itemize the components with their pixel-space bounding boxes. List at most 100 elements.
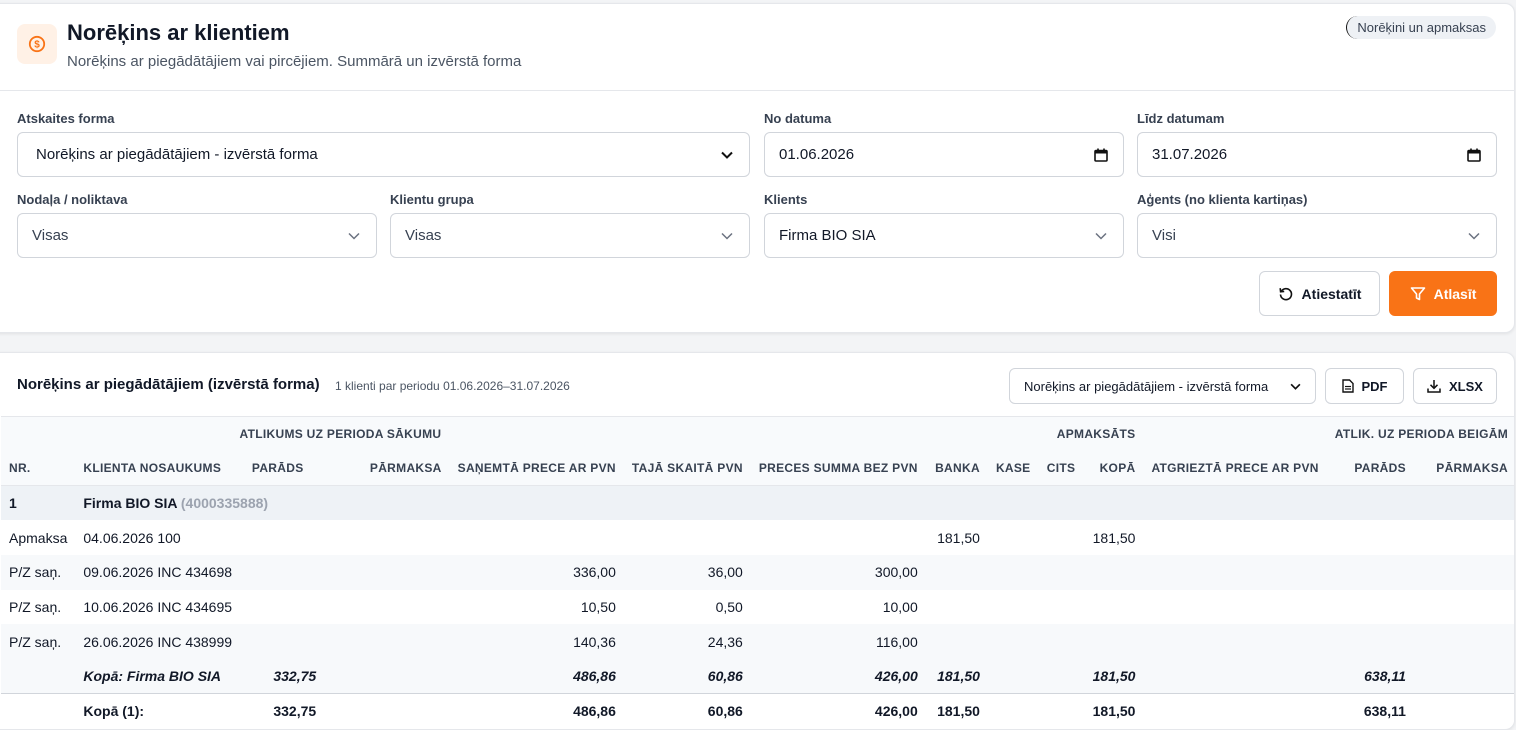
client-group-row[interactable]: 1 Firma BIO SIA (4000335888)	[1, 485, 1514, 521]
date-to-input[interactable]: 31.07.2026	[1137, 132, 1497, 177]
table-row[interactable]: P/Z saņ. 09.06.2026 INC 434698 336,00 36…	[1, 554, 1514, 590]
subtotal-debt: 332,75	[231, 658, 325, 694]
table-row[interactable]: P/Z saņ. 10.06.2026 INC 434695 10,50 0,5…	[1, 590, 1514, 625]
dollar-circle-icon: $	[17, 24, 57, 64]
client-group-value: Visas	[405, 227, 442, 244]
group-name-cell: Firma BIO SIA (4000335888)	[75, 485, 624, 521]
paid-group-header: APMAKSĀTS	[925, 416, 1144, 451]
col-other[interactable]: CITS	[1038, 450, 1084, 486]
report-form-label: Atskaites forma	[17, 111, 115, 126]
table-row[interactable]: Apmaksa 04.06.2026 100 181,50 181,50	[1, 520, 1514, 555]
col-received[interactable]: SAŅEMTĀ PRECE AR PVN	[449, 450, 624, 486]
report-title: Norēķins ar piegādātājiem (izvērstā form…	[17, 376, 320, 393]
date-from-label: No datuma	[764, 111, 832, 126]
client-group-label: Klientu grupa	[390, 192, 474, 207]
report-form-dropdown[interactable]: Norēķins ar piegādātājiem - izvērstā for…	[1009, 368, 1316, 404]
row-doc: 26.06.2026 INC 438999	[75, 624, 325, 659]
date-from-input[interactable]: 01.06.2026	[764, 132, 1124, 177]
report-form-dropdown-value: Norēķins ar piegādātājiem - izvērstā for…	[1024, 378, 1269, 394]
apply-filter-button[interactable]: Atlasīt	[1389, 271, 1497, 316]
subtotal-vat: 60,86	[623, 658, 751, 694]
report-card: Norēķins ar piegādātājiem (izvērstā form…	[0, 352, 1515, 730]
xlsx-label: XLSX	[1449, 378, 1483, 394]
col-end-overpay[interactable]: PĀRMAKSA	[1413, 450, 1514, 486]
row-received: 10,50	[580, 598, 616, 615]
svg-text:$: $	[34, 40, 40, 51]
reset-icon	[1278, 287, 1292, 300]
row-vat: 36,00	[623, 554, 751, 590]
group-code: (4000335888)	[180, 495, 269, 512]
date-to-label: Līdz datumam	[1137, 111, 1225, 126]
reset-button[interactable]: Atiestatīt	[1259, 271, 1380, 316]
pdf-export-button[interactable]: PDF	[1325, 368, 1404, 404]
department-value: Visas	[32, 227, 69, 244]
download-icon	[1427, 380, 1441, 393]
client-group-select[interactable]: Visas	[390, 213, 750, 258]
row-bank: 181,50	[937, 529, 980, 546]
grand-total-label: Kopā (1):	[75, 693, 232, 729]
agent-select[interactable]: Visi	[1137, 213, 1497, 258]
subtotal-bank: 181,50	[925, 658, 988, 694]
client-select[interactable]: Firma BIO SIA	[764, 213, 1124, 258]
grand-total-received: 486,86	[449, 693, 624, 729]
table-header-group-row: ATLIKUMS UZ PERIODA SĀKUMU APMAKSĀTS ATL…	[1, 416, 1514, 451]
chevron-down-icon	[1466, 228, 1482, 244]
row-received: 336,00	[449, 554, 624, 590]
chevron-down-icon	[719, 147, 735, 163]
report-form-select[interactable]: Norēķins ar piegādātājiem - izvērstā for…	[17, 132, 750, 177]
col-vat[interactable]: TAJĀ SKAITĀ PVN	[623, 450, 751, 486]
chevron-down-icon	[346, 228, 362, 244]
col-bank[interactable]: BANKA	[925, 450, 988, 486]
row-net: 10,00	[882, 598, 918, 615]
table-row[interactable]: P/Z saņ. 26.06.2026 INC 438999 140,36 24…	[1, 624, 1514, 659]
department-select[interactable]: Visas	[17, 213, 377, 258]
page-subtitle: Norēķins ar piegādātājiem vai pircējiem.…	[67, 53, 522, 70]
report-table: ATLIKUMS UZ PERIODA SĀKUMU APMAKSĀTS ATL…	[1, 416, 1514, 729]
col-total[interactable]: KOPĀ	[1083, 450, 1144, 486]
client-value: Firma BIO SIA	[779, 227, 876, 244]
filter-card: $ Norēķins ar klientiem Norēķins ar pieg…	[0, 3, 1515, 333]
col-overpay[interactable]: PĀRMAKSA	[324, 450, 450, 486]
grand-total-row: Kopā (1): 332,75 486,86 60,86 426,00 181…	[1, 693, 1514, 729]
department-label: Nodaļa / noliktava	[17, 192, 128, 207]
calendar-icon[interactable]	[1466, 147, 1482, 163]
subtotal-net: 426,00	[750, 658, 926, 694]
chevron-down-icon	[719, 228, 735, 244]
agent-value: Visi	[1152, 227, 1176, 244]
end-balance-group-header: ATLIK. UZ PERIODA BEIGĀM	[1326, 416, 1514, 451]
client-label: Klients	[764, 192, 808, 207]
apply-label: Atlasīt	[1433, 285, 1477, 302]
row-type: P/Z saņ.	[1, 554, 76, 590]
date-to-value: 31.07.2026	[1152, 146, 1228, 163]
grand-total-total: 181,50	[1083, 693, 1144, 729]
xlsx-export-button[interactable]: XLSX	[1413, 368, 1497, 404]
row-type: P/Z saņ.	[9, 598, 62, 615]
pdf-label: PDF	[1361, 378, 1388, 394]
module-badge[interactable]: Norēķini un apmaksas	[1346, 16, 1496, 39]
grand-total-end-debt: 638,11	[1326, 693, 1414, 729]
subtotal-end-debt: 638,11	[1326, 658, 1414, 694]
row-type: Apmaksa	[9, 529, 68, 546]
col-end-debt[interactable]: PARĀDS	[1326, 450, 1414, 486]
report-meta: 1 klienti par periodu 01.06.2026–31.07.2…	[335, 379, 570, 393]
grand-total-net: 426,00	[750, 693, 926, 729]
reset-label: Atiestatīt	[1301, 285, 1362, 302]
col-returned[interactable]: ATGRIEZTĀ PRECE AR PVN	[1143, 450, 1327, 486]
document-icon	[1341, 379, 1354, 393]
row-doc: 09.06.2026 INC 434698	[75, 554, 325, 590]
subtotal-received: 486,86	[449, 658, 624, 694]
row-received: 140,36	[449, 624, 624, 659]
col-net[interactable]: PRECES SUMMA BEZ PVN	[750, 450, 926, 486]
row-doc: 10.06.2026 INC 434695	[83, 598, 233, 615]
start-balance-group-header: ATLIKUMS UZ PERIODA SĀKUMU	[231, 416, 450, 451]
grand-total-vat: 60,86	[623, 693, 751, 729]
col-cash[interactable]: KASE	[987, 450, 1039, 486]
header-divider	[0, 90, 1514, 91]
col-client-name[interactable]: KLIENTA NOSAUKUMS	[75, 450, 232, 486]
agent-label: Aģents (no klienta kartiņas)	[1137, 192, 1308, 207]
calendar-icon[interactable]	[1093, 147, 1109, 163]
date-from-value: 01.06.2026	[779, 146, 855, 163]
row-vat: 24,36	[623, 624, 751, 659]
col-nr[interactable]: NR.	[1, 450, 76, 486]
col-debt[interactable]: PARĀDS	[231, 450, 325, 486]
